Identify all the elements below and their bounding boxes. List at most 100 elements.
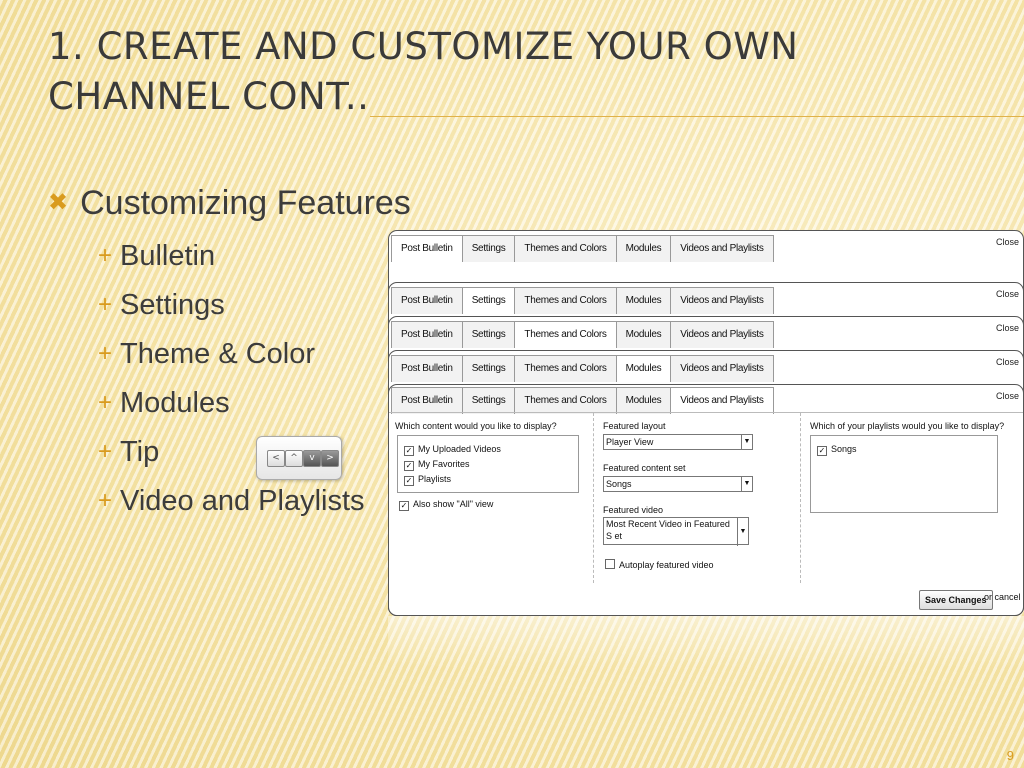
tab-settings[interactable]: Settings: [461, 387, 516, 414]
plus-bullet-icon: +: [98, 389, 113, 416]
close-link[interactable]: Close: [996, 289, 1019, 299]
chevron-down-icon[interactable]: v: [303, 450, 321, 467]
option-label: My Uploaded Videos: [418, 444, 501, 454]
sub-item-label: Bulletin: [120, 240, 216, 272]
page-number: 9: [1006, 748, 1014, 763]
close-link[interactable]: Close: [996, 391, 1019, 401]
chevron-left-icon[interactable]: <: [267, 450, 285, 467]
x-bullet-icon: ✖: [48, 189, 69, 216]
option-favorites[interactable]: ✓ My Favorites: [404, 459, 470, 471]
sub-item-settings: + Settings: [98, 289, 225, 322]
plus-bullet-icon: +: [98, 242, 113, 269]
sub-item-modules: + Modules: [98, 387, 230, 420]
tab-modules[interactable]: Modules: [615, 321, 672, 348]
dropdown-arrow-icon[interactable]: ▼: [741, 477, 752, 491]
featured-layout-select[interactable]: Player View ▼: [603, 434, 753, 450]
main-bullet-text: Customizing Features: [80, 184, 411, 222]
option-label: Autoplay featured video: [619, 560, 714, 570]
checkbox-checked-icon[interactable]: ✓: [404, 446, 414, 456]
sub-item-theme-color: + Theme & Color: [98, 338, 315, 371]
content-question: Which content would you like to display?: [395, 421, 557, 431]
option-label: My Favorites: [418, 459, 470, 469]
sub-item-label: Settings: [120, 289, 225, 321]
sub-item-tip: + Tip: [98, 436, 159, 469]
tab-videos-playlists[interactable]: Videos and Playlists: [670, 387, 774, 414]
plus-bullet-icon: +: [98, 340, 113, 367]
content-options-box: ✓ My Uploaded Videos ✓ My Favorites ✓ Playl…: [397, 435, 579, 493]
chevron-right-icon[interactable]: >: [321, 450, 339, 467]
sub-item-label: Tip: [120, 436, 160, 468]
checkbox-checked-icon[interactable]: ✓: [817, 446, 827, 456]
playlists-column: Which of your playlists would you like t…: [803, 413, 1023, 583]
tab-themes-colors[interactable]: Themes and Colors: [514, 287, 617, 314]
checkbox-checked-icon[interactable]: ✓: [404, 476, 414, 486]
option-label: Also show "All" view: [413, 499, 494, 509]
checkbox-checked-icon[interactable]: ✓: [399, 501, 409, 511]
tab-videos-playlists[interactable]: Videos and Playlists: [670, 287, 774, 314]
close-link[interactable]: Close: [996, 357, 1019, 367]
tab-bar: Post Bulletin Settings Themes and Colors…: [391, 387, 774, 414]
tab-modules[interactable]: Modules: [615, 235, 672, 262]
featured-layout-label: Featured layout: [603, 421, 666, 431]
tab-post-bulletin[interactable]: Post Bulletin: [391, 387, 463, 414]
tab-videos-playlists[interactable]: Videos and Playlists: [670, 321, 774, 348]
chevron-up-icon[interactable]: ^: [285, 450, 303, 467]
channel-editor-screenshot: Post Bulletin Settings Themes and Colors…: [388, 230, 1024, 616]
close-link[interactable]: Close: [996, 323, 1019, 333]
option-playlists[interactable]: ✓ Playlists: [404, 474, 452, 486]
title-line-2: channel cont..: [48, 75, 370, 118]
tab-themes-colors[interactable]: Themes and Colors: [514, 355, 617, 382]
checkbox-unchecked-icon[interactable]: [605, 559, 615, 569]
plus-bullet-icon: +: [98, 291, 113, 318]
cancel-link[interactable]: or cancel: [984, 592, 1021, 602]
dropdown-arrow-icon[interactable]: ▼: [741, 435, 752, 449]
screenshot-reflection: [388, 616, 1024, 668]
close-link[interactable]: Close: [996, 237, 1019, 247]
playlists-box: ✓ Songs: [810, 435, 998, 513]
tab-settings[interactable]: Settings: [461, 287, 516, 314]
also-show-all-option[interactable]: ✓ Also show "All" view: [399, 499, 494, 511]
featured-video-select[interactable]: Most Recent Video in Featured S et ▼: [603, 517, 749, 546]
playlists-question: Which of your playlists would you like t…: [810, 421, 1005, 431]
tab-modules[interactable]: Modules: [615, 287, 672, 314]
tab-themes-colors[interactable]: Themes and Colors: [514, 321, 617, 348]
option-label: Playlists: [418, 474, 452, 484]
save-changes-button[interactable]: Save Changes: [919, 590, 993, 610]
tab-bar: Post Bulletin Settings Themes and Colors…: [391, 287, 774, 314]
featured-video-label: Featured video: [603, 505, 664, 515]
option-uploaded-videos[interactable]: ✓ My Uploaded Videos: [404, 444, 501, 456]
tab-settings[interactable]: Settings: [461, 355, 516, 382]
plus-bullet-icon: +: [98, 487, 113, 514]
sub-item-label: Video and Playlists: [120, 485, 365, 517]
title-underline: [370, 116, 1024, 117]
tab-themes-colors[interactable]: Themes and Colors: [514, 387, 617, 414]
dropdown-arrow-icon[interactable]: ▼: [737, 518, 748, 546]
sub-item-bulletin: + Bulletin: [98, 240, 215, 273]
tab-bar: Post Bulletin Settings Themes and Colors…: [391, 355, 774, 382]
tab-post-bulletin[interactable]: Post Bulletin: [391, 355, 463, 382]
tab-settings[interactable]: Settings: [461, 235, 516, 262]
checkbox-checked-icon[interactable]: ✓: [404, 461, 414, 471]
featured-column: Featured layout Player View ▼ Featured co…: [595, 413, 801, 583]
videos-playlists-content: Which content would you like to display?…: [389, 412, 1023, 583]
tab-bar: Post Bulletin Settings Themes and Colors…: [391, 235, 774, 262]
tab-post-bulletin[interactable]: Post Bulletin: [391, 287, 463, 314]
tab-modules[interactable]: Modules: [615, 355, 672, 382]
select-value: Player View: [606, 437, 654, 447]
tab-settings[interactable]: Settings: [461, 321, 516, 348]
option-label: Songs: [831, 444, 857, 454]
panel-videos-playlists: Post Bulletin Settings Themes and Colors…: [388, 384, 1024, 616]
tab-post-bulletin[interactable]: Post Bulletin: [391, 321, 463, 348]
tab-modules[interactable]: Modules: [615, 387, 672, 414]
tab-bar: Post Bulletin Settings Themes and Colors…: [391, 321, 774, 348]
tab-videos-playlists[interactable]: Videos and Playlists: [670, 235, 774, 262]
tip-navigation-widget: < ^ v >: [256, 436, 342, 480]
autoplay-option[interactable]: Autoplay featured video: [605, 558, 714, 570]
tab-post-bulletin[interactable]: Post Bulletin: [391, 235, 463, 262]
tab-videos-playlists[interactable]: Videos and Playlists: [670, 355, 774, 382]
tab-themes-colors[interactable]: Themes and Colors: [514, 235, 617, 262]
sub-item-video-playlists: + Video and Playlists: [98, 485, 365, 518]
featured-content-select[interactable]: Songs ▼: [603, 476, 753, 492]
select-value: Most Recent Video in Featured S et: [606, 519, 730, 541]
playlist-songs[interactable]: ✓ Songs: [817, 444, 857, 456]
